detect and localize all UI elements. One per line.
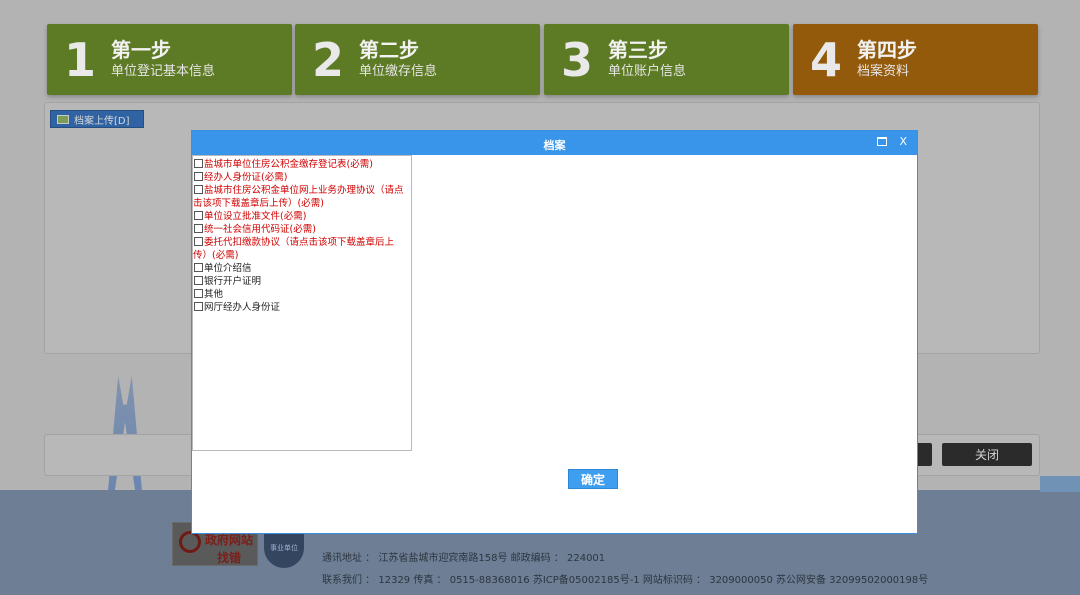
item-label: 其他 xyxy=(204,289,224,300)
upload-label: 档案上传[D] xyxy=(74,115,130,127)
step-4[interactable]: 4 第四步 档案资料 xyxy=(793,24,1038,95)
checkbox[interactable] xyxy=(194,172,203,181)
step-2[interactable]: 2 第二步 单位缴存信息 xyxy=(295,24,540,95)
step-subtitle: 档案资料 xyxy=(857,63,910,79)
step-title: 第二步 xyxy=(359,37,419,62)
list-item[interactable]: 银行开户证明 xyxy=(193,275,411,288)
step-number: 4 xyxy=(809,32,842,87)
step-number: 1 xyxy=(63,32,96,87)
checkbox[interactable] xyxy=(194,224,203,233)
checkbox[interactable] xyxy=(194,159,203,168)
checkbox[interactable] xyxy=(194,185,203,194)
step-subtitle: 单位登记基本信息 xyxy=(111,63,216,79)
item-label: 统一社会信用代码证(必需) xyxy=(204,224,316,235)
step-subtitle: 单位缴存信息 xyxy=(359,63,438,79)
step-title: 第三步 xyxy=(608,37,668,62)
step-subtitle: 单位账户信息 xyxy=(608,63,687,79)
step-number: 2 xyxy=(311,32,344,87)
checkbox[interactable] xyxy=(194,302,203,311)
list-item[interactable]: 盐城市单位住房公积金缴存登记表(必需) xyxy=(193,158,411,171)
item-label: 盐城市住房公积金单位网上业务办理协议（请点击该项下载盖章后上传）(必需) xyxy=(193,185,404,209)
list-item[interactable]: 经办人身份证(必需) xyxy=(193,171,411,184)
magnifier-icon xyxy=(179,531,201,553)
step-title: 第一步 xyxy=(111,37,171,62)
list-item[interactable]: 盐城市住房公积金单位网上业务办理协议（请点击该项下载盖章后上传）(必需) xyxy=(193,184,411,210)
footer-contact: 联系我们 ： 12329 传真 ： 0515-88368016 苏ICP备050… xyxy=(322,575,929,586)
checkbox[interactable] xyxy=(194,211,203,220)
checkbox[interactable] xyxy=(194,263,203,272)
footer-address: 通讯地址 ： 江苏省盐城市迎宾南路158号 邮政编码 ： 224001 xyxy=(322,553,606,564)
shield-label: 事业单位 xyxy=(270,544,298,552)
checkbox[interactable] xyxy=(194,276,203,285)
list-item[interactable]: 网厅经办人身份证 xyxy=(193,301,411,314)
archive-checklist: 盐城市单位住房公积金缴存登记表(必需) 经办人身份证(必需) 盐城市住房公积金单… xyxy=(192,155,412,451)
close-icon[interactable]: X xyxy=(899,135,907,148)
item-label: 委托代扣缴款协议（请点击该项下载盖章后上传）(必需) xyxy=(193,237,395,261)
item-label: 银行开户证明 xyxy=(204,276,262,287)
step-title: 第四步 xyxy=(857,37,917,62)
item-label: 单位介绍信 xyxy=(204,263,252,274)
item-label: 网厅经办人身份证 xyxy=(204,302,281,313)
archive-dialog: 档案 X 盐城市单位住房公积金缴存登记表(必需) 经办人身份证(必需) 盐城市住… xyxy=(191,130,918,534)
upload-icon xyxy=(57,114,69,124)
item-label: 盐城市单位住房公积金缴存登记表(必需) xyxy=(204,159,373,170)
footer-accent xyxy=(1040,476,1080,492)
step-3[interactable]: 3 第三步 单位账户信息 xyxy=(544,24,789,95)
institution-shield-icon[interactable]: 事业单位 xyxy=(264,528,304,568)
dialog-title: 档案 xyxy=(543,139,566,152)
list-item[interactable]: 统一社会信用代码证(必需) xyxy=(193,223,411,236)
checkbox[interactable] xyxy=(194,237,203,246)
list-item[interactable]: 委托代扣缴款协议（请点击该项下载盖章后上传）(必需) xyxy=(193,236,411,262)
close-button[interactable]: 关闭 xyxy=(942,443,1032,466)
maximize-icon[interactable] xyxy=(877,137,887,146)
archive-upload-button[interactable]: 档案上传[D] xyxy=(50,110,144,128)
step-1[interactable]: 1 第一步 单位登记基本信息 xyxy=(47,24,292,95)
dialog-header: 档案 X xyxy=(192,131,917,155)
item-label: 经办人身份证(必需) xyxy=(204,172,288,183)
step-number: 3 xyxy=(560,32,593,87)
list-item[interactable]: 其他 xyxy=(193,288,411,301)
gov-logo-subtext: 找错 xyxy=(217,551,242,565)
list-item[interactable]: 单位介绍信 xyxy=(193,262,411,275)
item-label: 单位设立批准文件(必需) xyxy=(204,211,307,222)
list-item[interactable]: 单位设立批准文件(必需) xyxy=(193,210,411,223)
confirm-button[interactable]: 确定 xyxy=(568,469,618,489)
checkbox[interactable] xyxy=(194,289,203,298)
